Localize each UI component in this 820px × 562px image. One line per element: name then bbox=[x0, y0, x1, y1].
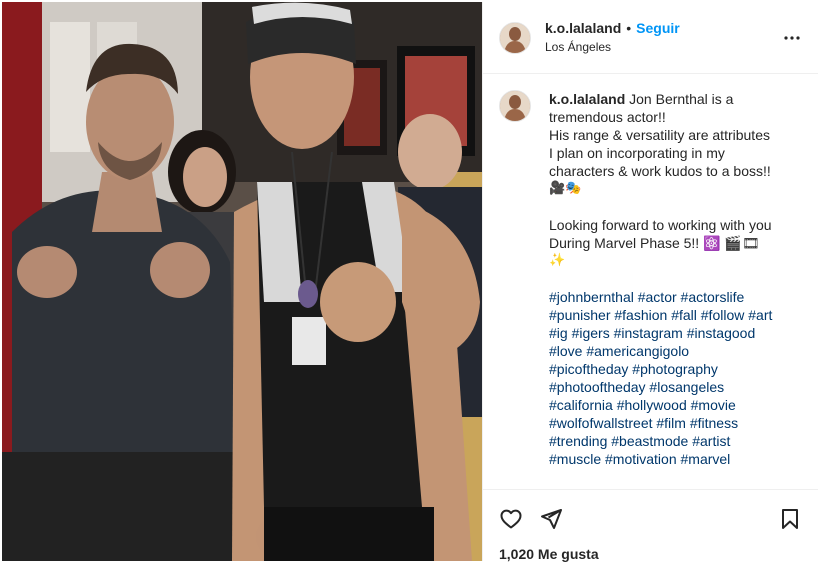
avatar[interactable] bbox=[499, 21, 531, 54]
action-icons bbox=[483, 490, 818, 534]
hashtag-line[interactable]: #punisher #fashion #fall #follow #art bbox=[549, 306, 799, 324]
hashtag-line[interactable]: #ig #igers #instagram #instagood bbox=[549, 324, 799, 342]
caption-avatar-image bbox=[500, 91, 530, 121]
paper-plane-glyph bbox=[541, 509, 562, 529]
caption-line: characters & work kudos to a boss!! bbox=[549, 163, 771, 179]
username-link[interactable]: k.o.lalaland bbox=[545, 19, 621, 37]
likes-count[interactable]: 1,020 Me gusta bbox=[483, 534, 818, 562]
hashtag-line[interactable]: #california #hollywood #movie bbox=[549, 396, 799, 414]
bookmark-icon[interactable] bbox=[778, 507, 802, 531]
location-link[interactable]: Los Ángeles bbox=[545, 38, 780, 56]
more-options-icon[interactable] bbox=[780, 26, 804, 50]
hashtag-line[interactable]: #picoftheday #photography bbox=[549, 360, 799, 378]
bookmark-glyph bbox=[782, 509, 798, 529]
caption-username[interactable]: k.o.lalaland bbox=[549, 91, 625, 107]
post-modal: k.o.lalaland • Seguir Los Ángeles k.o.la… bbox=[2, 2, 818, 562]
follow-button[interactable]: Seguir bbox=[636, 19, 680, 37]
separator-dot: • bbox=[626, 20, 632, 36]
caption-line: Jon Bernthal is a bbox=[629, 91, 734, 107]
caption-area: k.o.lalaland Jon Bernthal is a tremendou… bbox=[483, 74, 818, 489]
hashtag-line[interactable]: #trending #beastmode #artist bbox=[549, 432, 799, 450]
caption-line: His range & versatility are attributes bbox=[549, 127, 770, 143]
caption-first-line: k.o.lalaland Jon Bernthal is a bbox=[549, 90, 799, 108]
hashtag-line[interactable]: #wolfofwallstreet #film #fitness bbox=[549, 414, 799, 432]
caption-line: During Marvel Phase 5!! ⚛️ 🎬🎞 bbox=[549, 235, 760, 251]
heart-icon[interactable] bbox=[499, 507, 523, 531]
action-bar: 1,020 Me gusta bbox=[483, 489, 818, 562]
caption-text: k.o.lalaland Jon Bernthal is a tremendou… bbox=[549, 90, 799, 489]
photo-illustration bbox=[2, 2, 482, 561]
post-photo[interactable] bbox=[2, 2, 482, 561]
caption-line: I plan on incorporating in my bbox=[549, 145, 725, 161]
caption-line: tremendous actor!! bbox=[549, 109, 666, 125]
paper-plane-icon[interactable] bbox=[539, 507, 563, 531]
hashtag-line[interactable]: #muscle #motivation #marvel bbox=[549, 450, 799, 468]
caption-emoji-line: ✨ bbox=[549, 253, 566, 268]
avatar-image bbox=[500, 22, 530, 53]
post-panel: k.o.lalaland • Seguir Los Ángeles k.o.la… bbox=[482, 2, 818, 562]
hashtag-line[interactable]: #johnbernthal #actor #actorslife bbox=[549, 288, 799, 306]
post-header: k.o.lalaland • Seguir Los Ángeles bbox=[483, 2, 818, 74]
hashtag-block: #johnbernthal #actor #actorslife #punish… bbox=[549, 288, 799, 468]
caption-emoji-line: 🎥🎭 bbox=[549, 181, 582, 196]
heart-glyph bbox=[500, 509, 522, 529]
header-text: k.o.lalaland • Seguir Los Ángeles bbox=[545, 19, 780, 56]
hashtag-line[interactable]: #photooftheday #losangeles bbox=[549, 378, 799, 396]
more-options-glyph bbox=[784, 35, 800, 40]
header-row: k.o.lalaland • Seguir bbox=[545, 19, 780, 37]
caption-avatar[interactable] bbox=[499, 90, 531, 122]
caption-line: Looking forward to working with you bbox=[549, 217, 772, 233]
hashtag-line[interactable]: #love #americangigolo bbox=[549, 342, 799, 360]
